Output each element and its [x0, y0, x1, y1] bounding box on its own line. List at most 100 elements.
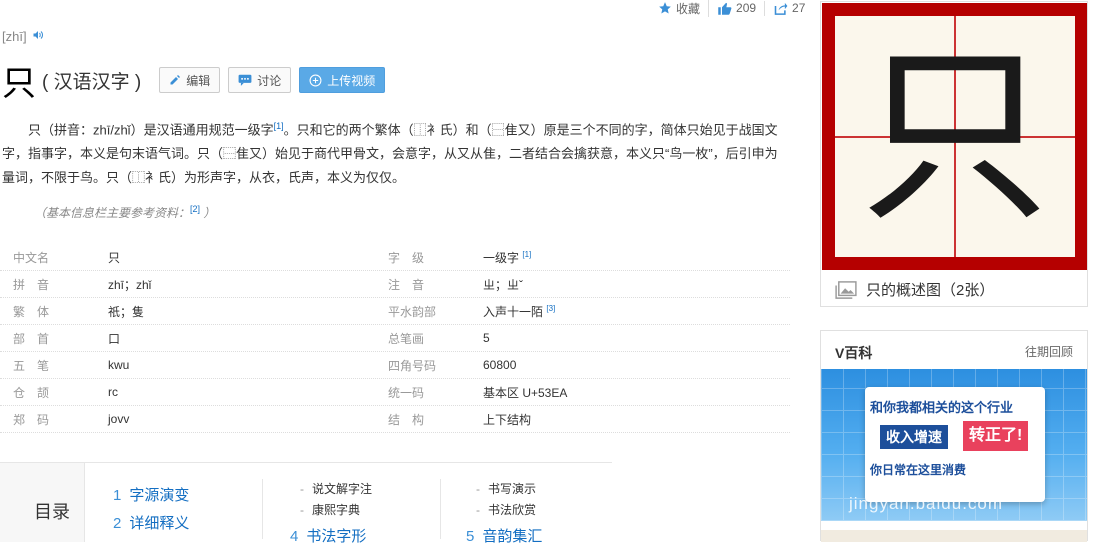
toc-divider	[262, 479, 263, 539]
info-value-text: 口	[108, 331, 121, 346]
info-value-text: zhī；zhǐ	[108, 277, 152, 292]
edit-button[interactable]: 编辑	[159, 67, 221, 93]
info-value: 入声十一陌 [3]	[483, 303, 790, 320]
chat-icon	[238, 74, 252, 86]
like-count: 209	[736, 1, 757, 15]
toc-item-2[interactable]: 2 详细释义	[113, 512, 189, 533]
speaker-icon[interactable]	[32, 29, 44, 44]
info-value-text: 只	[108, 250, 121, 265]
toc-divider	[440, 479, 441, 539]
reference-note-text: （基本信息栏主要参考资料：	[34, 206, 191, 220]
info-value-text: 入声十一陌	[483, 304, 544, 319]
info-label: 部 首	[13, 331, 50, 346]
info-row: 拼 音 zhī；zhǐ 注 音 ㄓ；ㄓˇ	[0, 271, 790, 298]
toc-label-box: 目录	[0, 463, 85, 542]
info-label: 繁 体	[13, 304, 50, 319]
toc-sub-item[interactable]: - 康熙字典	[300, 501, 360, 518]
toc-item-1[interactable]: 1 字源演变	[113, 484, 189, 505]
thumbnail-tag: 收入增速	[880, 425, 948, 449]
thumbnail-headline: 和你我都相关的这个行业	[870, 400, 1014, 415]
info-value: kwu	[108, 358, 388, 372]
toc-item-label: 音韵集汇	[482, 528, 543, 545]
info-label: 拼 音	[13, 277, 50, 292]
info-label: 郑 码	[13, 412, 50, 427]
watermark: jingyan.baidu.com	[849, 494, 1004, 513]
toc-num: 2	[113, 515, 122, 532]
thumbs-up-icon	[718, 2, 732, 15]
edit-label: 编辑	[186, 73, 211, 88]
caption-text: 只的概述图（2张）	[866, 282, 995, 299]
info-value: 上下结构	[483, 411, 790, 428]
toc-sub-item[interactable]: - 说文解字注	[300, 480, 372, 497]
info-value-text: ㄓ；ㄓˇ	[483, 277, 523, 292]
toc-item-label: 详细释义	[129, 515, 190, 532]
info-value: 祇；隻	[108, 303, 388, 320]
star-icon	[659, 2, 671, 14]
reference-note-end: ）	[203, 206, 216, 220]
plus-circle-icon	[309, 74, 322, 87]
info-value: 口	[108, 330, 388, 347]
share-icon	[774, 2, 788, 15]
reference-link[interactable]: [3]	[546, 304, 555, 313]
toc-sub-item[interactable]: - 书法欣赏	[476, 501, 536, 518]
summary-image-card[interactable]: 只 只的概述图（2张）	[820, 1, 1088, 307]
summary-image-caption[interactable]: 只的概述图（2张）	[835, 279, 994, 300]
toc-item-4[interactable]: 4 书法字形	[290, 525, 366, 546]
info-value-text: jovv	[108, 412, 130, 426]
reference-link[interactable]: [1]	[522, 250, 531, 259]
info-value: 60800	[483, 358, 790, 372]
table-of-contents: 目录 1 字源演变 2 详细释义 - 说文解字注 - 康熙字典 4 书法字形 - 书写演示 …	[0, 462, 612, 545]
toc-dash: -	[300, 482, 304, 496]
upload-label: 上传视频	[327, 73, 376, 88]
past-issues-link[interactable]: 往期回顾	[1025, 343, 1073, 360]
reference-link-1[interactable]: [1]	[274, 121, 284, 131]
info-row: 五 笔 kwu 四角号码 60800	[0, 352, 790, 379]
article-stats: 收藏 209 27	[650, 0, 813, 17]
tianzige-frame: 只	[822, 3, 1087, 270]
pinyin-text: [zhī]	[2, 29, 27, 44]
page-title: 只	[2, 63, 36, 104]
info-row: 郑 码 jovv 结 构 上下结构	[0, 406, 790, 433]
info-value: 只	[108, 249, 388, 266]
info-label: 四角号码	[388, 358, 437, 373]
thumbnail-card: 和你我都相关的这个行业 收入增速 转正了! 你日常在这里消费	[865, 387, 1045, 502]
reference-note: （基本信息栏主要参考资料：[2] ）	[34, 204, 215, 221]
upload-video-button[interactable]: 上传视频	[299, 67, 386, 93]
toc-num: 1	[113, 487, 122, 504]
thumbnail-highlight: 转正了!	[963, 421, 1029, 451]
toc-sub-item[interactable]: - 书写演示	[476, 480, 536, 497]
toc-sub-label: 说文解字注	[312, 482, 373, 496]
toc-item-5[interactable]: 5 音韵集汇	[466, 525, 542, 546]
info-row: 仓 颉 rc 统一码 基本区 U+53EA	[0, 379, 790, 406]
tianzige-grid: 只	[835, 16, 1075, 257]
info-label: 五 笔	[13, 358, 50, 373]
info-value: rc	[108, 385, 388, 399]
reference-link-2[interactable]: [2]	[190, 204, 200, 214]
toc-num: 4	[290, 528, 299, 545]
toc-item-label: 书法字形	[306, 528, 367, 545]
like-button[interactable]: 209	[709, 0, 766, 16]
toc-sub-label: 书法欣赏	[488, 503, 537, 517]
share-button[interactable]: 27	[765, 1, 813, 16]
toc-item-label: 字源演变	[129, 487, 190, 504]
info-label: 结 构	[388, 412, 425, 427]
toc-sub-label: 康熙字典	[312, 503, 361, 517]
basic-info-table: 中文名 只 字 级 一级字 [1] 拼 音 zhī；zhǐ 注 音 ㄓ；ㄓˇ 繁 体 祇；隻 平水…	[0, 244, 790, 433]
thumbnail-subline: 你日常在这里消费	[870, 463, 967, 477]
image-gallery-icon	[835, 280, 857, 299]
calligraphy-glyph: 只	[859, 25, 1050, 247]
collect-button[interactable]: 收藏	[650, 0, 710, 17]
info-row: 中文名 只 字 级 一级字 [1]	[0, 244, 790, 271]
discuss-button[interactable]: 讨论	[228, 67, 292, 93]
info-value-text: rc	[108, 385, 118, 399]
info-value: 5	[483, 331, 790, 345]
info-value-text: 祇；隻	[108, 304, 145, 319]
info-label: 注 音	[388, 277, 425, 292]
pinyin-header: [zhī]	[2, 29, 44, 44]
info-value: 基本区 U+53EA	[483, 384, 790, 401]
info-value: ㄓ；ㄓˇ	[483, 276, 790, 293]
v-baike-panel: V百科 往期回顾 和你我都相关的这个行业 收入增速 转正了! 你日常在这里消费 …	[820, 330, 1088, 542]
v-baike-video-thumbnail[interactable]: 和你我都相关的这个行业 收入增速 转正了! 你日常在这里消费 jingyan.b…	[821, 369, 1087, 521]
summary-paragraph: 只（拼音：zhī/zhǐ）是汉语通用规范一级字[1]。只和它的两个繁体（⿰衤氏）…	[2, 114, 782, 190]
collect-label: 收藏	[676, 1, 701, 16]
